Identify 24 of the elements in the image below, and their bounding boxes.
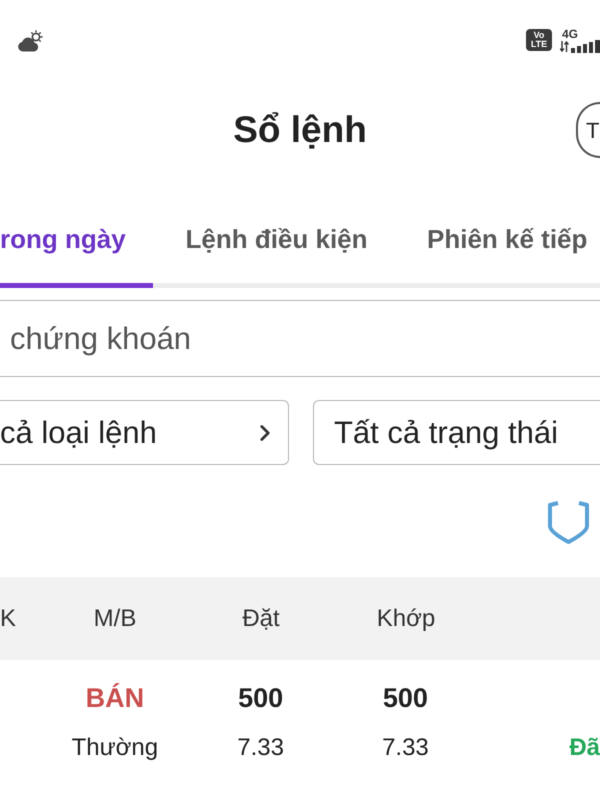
avatar-button[interactable]: T: [576, 102, 600, 158]
signal-icon: [560, 40, 600, 52]
filter-dropdown[interactable]: cả loại lệnh: [0, 400, 289, 465]
order-type-text: Thường: [72, 734, 158, 762]
tab[interactable]: rong ngày: [0, 180, 153, 288]
tab[interactable]: Phiên kế tiếp: [400, 180, 600, 288]
order-price-text: 7.33: [237, 734, 284, 762]
column-header: Đặt: [242, 604, 280, 632]
filter-dropdown[interactable]: Tất cả trạng thái: [313, 400, 600, 465]
network-type-text: 4G: [562, 28, 578, 40]
volte-badge: Vo LTE: [526, 29, 552, 51]
matched-price-text: 7.33: [382, 734, 429, 762]
column-header: M/B: [94, 604, 136, 632]
side-text: BÁN: [86, 682, 144, 714]
order-quantity-text: 500: [238, 682, 284, 714]
matched-quantity-text: 500: [382, 682, 428, 714]
column-header: Khớp: [376, 604, 436, 632]
shield-icon[interactable]: [547, 500, 590, 545]
status-text: Đã: [569, 734, 600, 762]
tab[interactable]: Lệnh điều kiện: [153, 180, 400, 288]
search-field[interactable]: chứng khoán: [0, 300, 600, 377]
page-title: Sổ lệnh: [233, 108, 367, 152]
cloud-sun-icon: [17, 30, 43, 52]
column-header: K: [0, 604, 16, 632]
